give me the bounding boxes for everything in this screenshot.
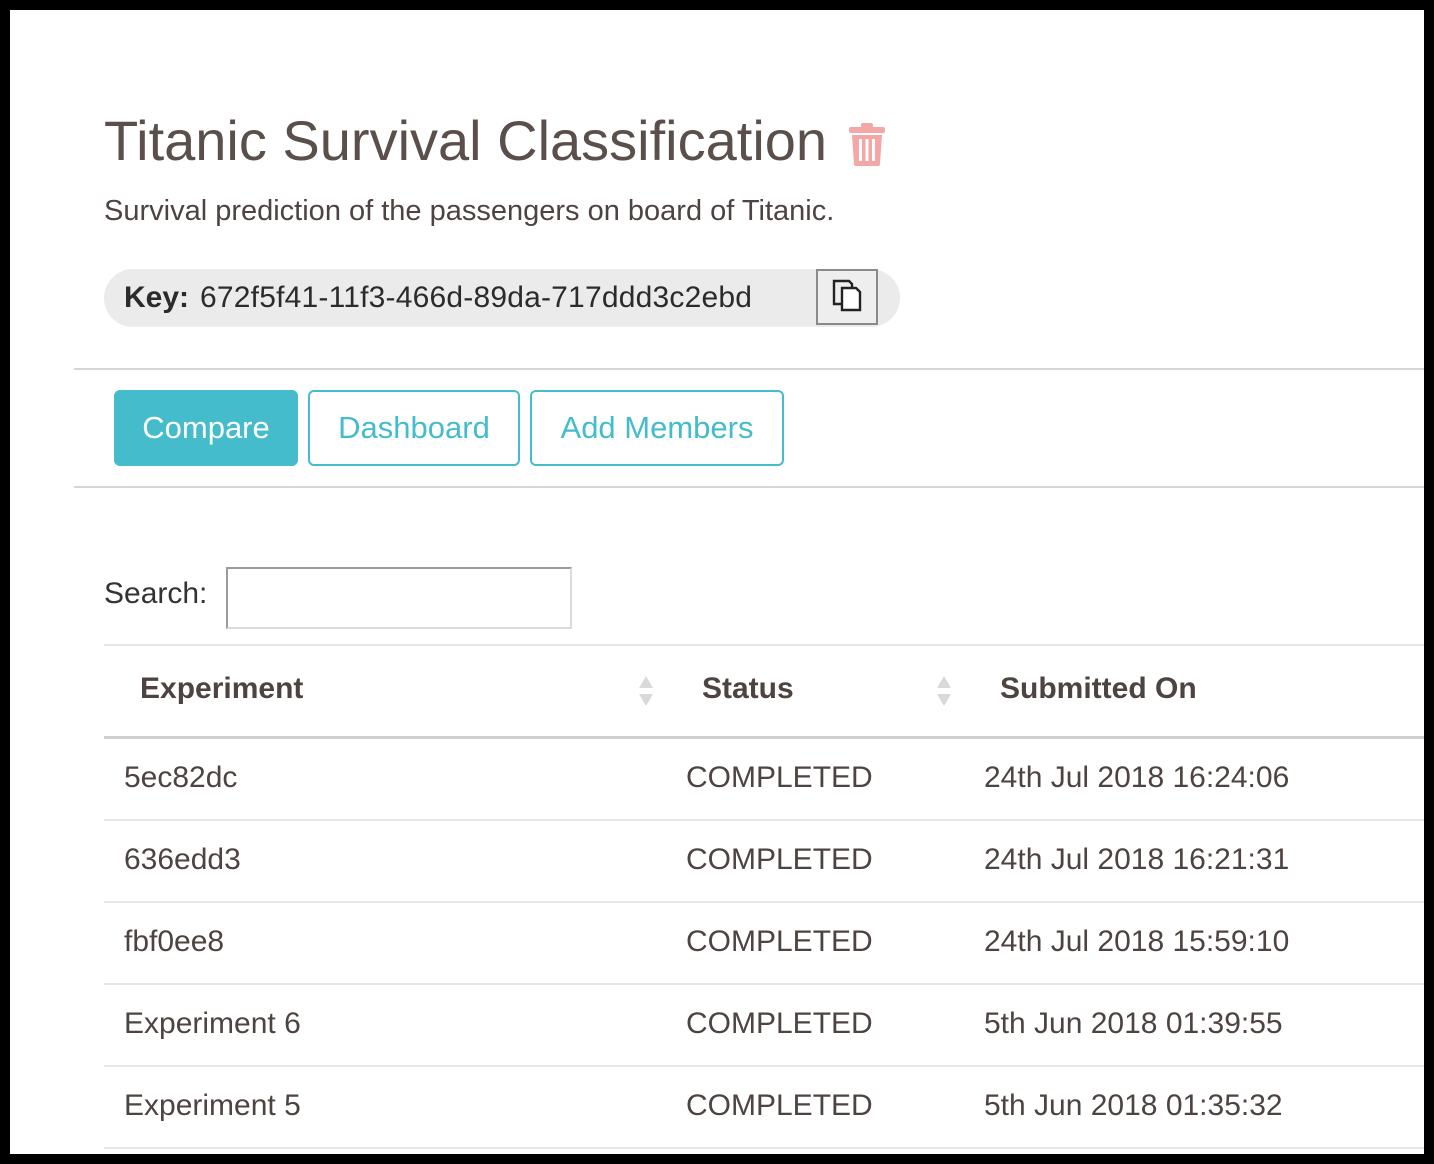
cell-submitted-on: 24th Jul 2018 16:21:31 [984,843,1290,876]
search-input[interactable] [226,567,572,629]
table-row[interactable]: 5ec82dc COMPLETED 24th Jul 2018 16:24:06 [104,739,1424,821]
key-label: Key: [124,281,190,314]
copy-icon [830,278,864,317]
sort-icon[interactable] [935,674,953,708]
cell-submitted-on: 24th Jul 2018 15:59:10 [984,925,1290,958]
table-row[interactable]: Experiment 6 COMPLETED 5th Jun 2018 01:3… [104,985,1424,1067]
compare-button[interactable]: Compare [114,390,298,466]
project-page: Titanic Survival Classification Survival… [10,10,1424,1154]
table-row[interactable]: fbf0ee8 COMPLETED 24th Jul 2018 15:59:10 [104,903,1424,985]
cell-status: COMPLETED [686,761,873,794]
cell-experiment: Experiment 5 [124,1089,301,1122]
key-value: 672f5f41-11f3-466d-89da-717ddd3c2ebd [200,281,753,314]
cell-experiment: fbf0ee8 [124,925,225,958]
project-description: Survival prediction of the passengers on… [104,195,835,227]
column-header-status[interactable]: Status [702,672,794,706]
window-frame: Titanic Survival Classification Survival… [10,10,1424,1154]
cell-status: COMPLETED [686,925,873,958]
divider [74,368,1424,370]
divider [74,486,1424,488]
cell-submitted-on: 24th Jul 2018 16:24:06 [984,761,1290,794]
cell-experiment: 5ec82dc [124,761,238,794]
column-header-experiment[interactable]: Experiment [140,672,303,706]
cell-status: COMPLETED [686,843,873,876]
project-title: Titanic Survival Classification [104,109,828,172]
cell-status: COMPLETED [686,1007,873,1040]
trash-icon[interactable] [848,122,886,166]
dashboard-button[interactable]: Dashboard [308,390,520,466]
copy-key-button[interactable] [816,269,878,325]
cell-status: COMPLETED [686,1089,873,1122]
cell-submitted-on: 5th Jun 2018 01:39:55 [984,1007,1283,1040]
table-row[interactable]: 636edd3 COMPLETED 24th Jul 2018 16:21:31 [104,821,1424,903]
column-header-submitted-on[interactable]: Submitted On [1000,672,1197,706]
cell-experiment: Experiment 6 [124,1007,301,1040]
add-members-button[interactable]: Add Members [530,390,784,466]
table-row[interactable]: Experiment 5 COMPLETED 5th Jun 2018 01:3… [104,1067,1424,1149]
project-key: Key: 672f5f41-11f3-466d-89da-717ddd3c2eb… [104,269,900,327]
cell-submitted-on: 5th Jun 2018 01:35:32 [984,1089,1283,1122]
cell-experiment: 636edd3 [124,843,241,876]
table-header: Experiment Status Submitted On [104,644,1424,739]
experiments-table: Experiment Status Submitted On 5ec82dc C… [104,644,1424,1149]
search-label: Search: [104,577,208,610]
sort-icon[interactable] [637,674,655,708]
